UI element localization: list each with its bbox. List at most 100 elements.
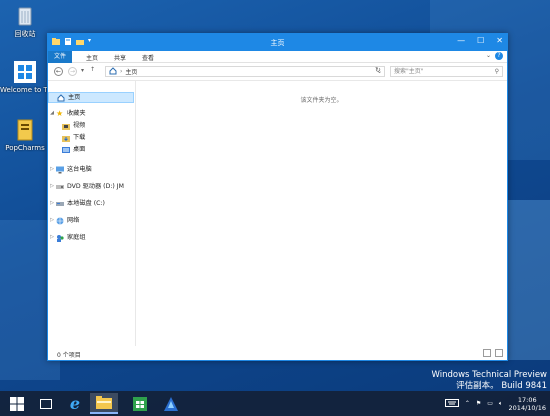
clock-time: 17:06 (517, 395, 537, 404)
forward-button[interactable]: → (68, 67, 77, 76)
desktop-light-pane (505, 200, 550, 360)
network-icon (56, 217, 64, 225)
nav-item-homegroup[interactable]: ▷ 家庭组 (48, 232, 86, 243)
desktop-icon-popcharms[interactable]: PopCharms (0, 118, 50, 152)
nav-item-downloads[interactable]: 下载 (62, 132, 85, 143)
desktop: 回收站 Welcome to Tech Previ... PopCharms (0, 0, 550, 416)
tab-file[interactable]: 文件 (48, 51, 73, 63)
desktop-icon-label: Welcome to Tech Previ... (0, 86, 50, 94)
home-icon (57, 93, 65, 102)
watermark-line-1: Windows Technical Preview (431, 370, 547, 380)
nav-item-label: DVD 驱动器 (D:) JM (67, 183, 124, 190)
collapse-arrow-icon[interactable]: ◢ (48, 108, 56, 119)
internet-explorer-icon: e (69, 394, 81, 413)
help-icon[interactable]: ? (495, 52, 503, 60)
store-icon (133, 396, 147, 411)
tab-view[interactable]: 查看 (136, 52, 160, 63)
taskbar-file-explorer[interactable] (90, 393, 118, 414)
desktop-folder-icon (62, 146, 70, 154)
nav-item-local-disk[interactable]: ▷ 本地磁盘 (C:) (48, 198, 105, 209)
title-bar[interactable]: ▾ 主页 — ☐ ✕ (48, 34, 507, 51)
expand-arrow-icon[interactable]: ▷ (48, 198, 56, 209)
clock-date: 2014/10/16 (508, 403, 546, 412)
file-explorer-window[interactable]: ▾ 主页 — ☐ ✕ 文件 主页 共享 查看 ⌄ ? ← → ▾ ↑ › 主页 … (47, 33, 508, 361)
desktop-icon-welcome[interactable]: Welcome to Tech Previ... (0, 60, 50, 94)
hard-drive-icon (56, 200, 64, 208)
taskbar-internet-explorer[interactable]: e (61, 393, 89, 414)
refresh-icon[interactable]: ↻ (375, 66, 381, 74)
taskbar: e ⌃ ⚑ ▭ 🔈︎ 17:06 2014/10/16 (0, 391, 550, 416)
popcharms-icon (13, 118, 37, 142)
window-title: 主页 (270, 39, 285, 47)
navigation-pane: 主页 ◢ ★ 收藏夹 视频 下载 桌面 ▷ 这台电脑 ▷ DVD 驱动器 (D:… (48, 80, 136, 346)
taskbar-store[interactable] (126, 393, 154, 414)
downloads-folder-icon (62, 134, 70, 142)
desktop-icon-label: 回收站 (14, 30, 36, 38)
clock[interactable]: 17:06 2014/10/16 (509, 396, 546, 412)
empty-folder-message: 该文件夹为空。 (300, 97, 343, 104)
nav-item-label: 下载 (73, 134, 86, 141)
nav-item-videos[interactable]: 视频 (62, 120, 85, 131)
chevron-up-icon[interactable]: ⌃ (465, 400, 470, 407)
nav-item-desktop[interactable]: 桌面 (62, 144, 85, 155)
volume-icon[interactable]: 🔈︎ (499, 400, 503, 408)
computer-icon (56, 166, 64, 174)
back-button[interactable]: ← (54, 67, 63, 76)
view-switcher (483, 349, 503, 357)
details-view-icon[interactable] (483, 349, 491, 357)
nav-item-label: 这台电脑 (67, 166, 92, 173)
expand-arrow-icon[interactable]: ▷ (48, 232, 56, 243)
windows-logo-icon (10, 396, 24, 411)
maximize-button[interactable]: ☐ (477, 36, 484, 45)
nav-item-label: 网络 (67, 217, 80, 224)
address-row: ← → ▾ ↑ › 主页 ⌄ ↻ 搜索"主页" ⚲ (48, 63, 507, 81)
nav-item-label: 本地磁盘 (C:) (67, 200, 105, 207)
content-area[interactable]: 该文件夹为空。 (136, 80, 507, 346)
taskbar-popcharms[interactable] (157, 393, 185, 414)
tab-share[interactable]: 共享 (108, 52, 132, 63)
desktop-icon-label: PopCharms (5, 144, 45, 152)
expand-ribbon-icon[interactable]: ⌄ (486, 52, 491, 59)
tab-home[interactable]: 主页 (80, 52, 104, 63)
expand-arrow-icon[interactable]: ▷ (48, 215, 56, 226)
star-icon: ★ (56, 108, 64, 118)
search-placeholder: 搜索"主页" (394, 68, 424, 75)
expand-arrow-icon[interactable]: ▷ (48, 164, 56, 175)
status-bar: 0 个项目 (48, 346, 507, 360)
ribbon-tabs: 文件 主页 共享 查看 ⌄ ? (48, 51, 507, 63)
videos-folder-icon (62, 122, 70, 130)
nav-item-home[interactable]: 主页 (48, 92, 134, 103)
search-button[interactable] (32, 393, 60, 414)
welcome-icon (13, 60, 37, 84)
nav-item-dvd-drive[interactable]: ▷ DVD 驱动器 (D:) JM (48, 181, 124, 192)
network-status-icon[interactable]: ▭ (487, 400, 493, 407)
homegroup-icon (56, 234, 64, 242)
keyboard-icon[interactable] (444, 398, 459, 409)
desktop-icon-recycle-bin[interactable]: 回收站 (0, 4, 50, 38)
breadcrumb-current[interactable]: 主页 (125, 67, 137, 76)
minimize-button[interactable]: — (457, 36, 465, 45)
expand-arrow-icon[interactable]: ▷ (48, 181, 56, 192)
home-icon (109, 66, 117, 77)
nav-item-this-pc[interactable]: ▷ 这台电脑 (48, 164, 92, 175)
search-icon: ⚲ (494, 68, 499, 75)
nav-item-network[interactable]: ▷ 网络 (48, 215, 79, 226)
up-button[interactable]: ↑ (90, 66, 95, 73)
close-button[interactable]: ✕ (496, 36, 503, 45)
breadcrumb-separator-icon: › (120, 68, 123, 75)
recycle-bin-icon (13, 4, 37, 28)
window-controls: — ☐ ✕ (457, 36, 503, 45)
flag-icon[interactable]: ⚑ (476, 400, 481, 407)
search-input[interactable]: 搜索"主页" ⚲ (390, 66, 503, 77)
nav-item-favorites[interactable]: ◢ ★ 收藏夹 (48, 108, 86, 119)
recent-locations-icon[interactable]: ▾ (81, 67, 84, 74)
nav-item-label: 桌面 (73, 146, 86, 153)
address-bar[interactable]: › 主页 ⌄ (105, 66, 385, 77)
start-button[interactable] (3, 393, 31, 414)
dvd-drive-icon (56, 183, 64, 191)
nav-item-label: 收藏夹 (67, 110, 86, 117)
evaluation-watermark: Windows Technical Preview 评估副本。 Build 98… (432, 370, 547, 392)
item-count: 0 个项目 (57, 352, 81, 359)
large-icons-view-icon[interactable] (495, 349, 503, 357)
nav-item-label: 视频 (73, 122, 86, 129)
